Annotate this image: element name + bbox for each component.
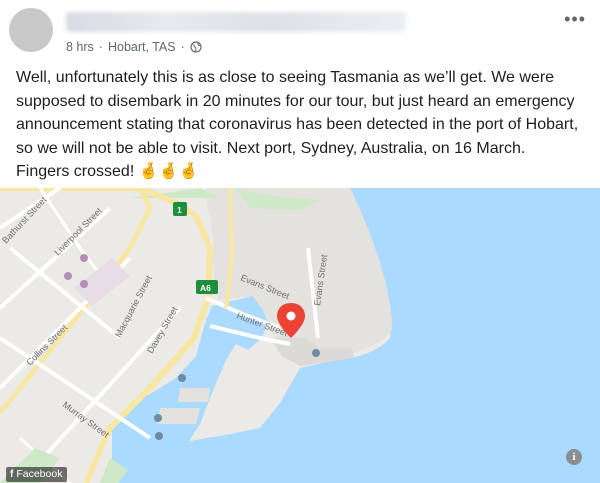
ferry-stop-icon[interactable] [155, 432, 163, 440]
route-1-label: 1 [177, 205, 182, 215]
ferry-stop-icon[interactable] [312, 349, 320, 357]
info-icon[interactable]: i [566, 449, 582, 465]
route-1-shield: 1 [173, 202, 187, 216]
post-location[interactable]: Hobart, TAS [108, 40, 176, 54]
author-name-blurred[interactable] [66, 12, 406, 32]
ferry-stop-icon[interactable] [154, 414, 162, 422]
separator: · [98, 40, 103, 54]
poi-marker[interactable] [64, 272, 72, 280]
a6-shield: A6 [196, 280, 218, 294]
post-time[interactable]: 8 hrs [66, 40, 94, 54]
post-text: Well, unfortunately this is as close to … [16, 66, 582, 184]
a6-label: A6 [200, 283, 211, 293]
facebook-watermark-label: Facebook [16, 468, 63, 480]
globe-icon [190, 41, 202, 53]
post-meta: 8 hrs · Hobart, TAS · [66, 40, 202, 54]
facebook-post: 8 hrs · Hobart, TAS · ••• Well, unfortun… [0, 0, 600, 483]
ferry-stop-icon[interactable] [178, 374, 186, 382]
separator: · [180, 40, 185, 54]
map-image[interactable]: 1 A6 Bathurst Street Liverpool Street Co… [0, 188, 600, 483]
poi-marker[interactable] [80, 280, 88, 288]
post-text-body: Well, unfortunately this is as close to … [16, 69, 579, 180]
poi-marker[interactable] [80, 254, 88, 262]
avatar[interactable] [9, 8, 53, 52]
map-canvas: 1 A6 Bathurst Street Liverpool Street Co… [0, 188, 600, 483]
facebook-icon: f [10, 468, 14, 480]
more-options-icon[interactable]: ••• [564, 10, 586, 28]
fingers-crossed-emoji: 🤞🤞🤞 [138, 163, 199, 180]
facebook-watermark: f Facebook [6, 467, 68, 482]
